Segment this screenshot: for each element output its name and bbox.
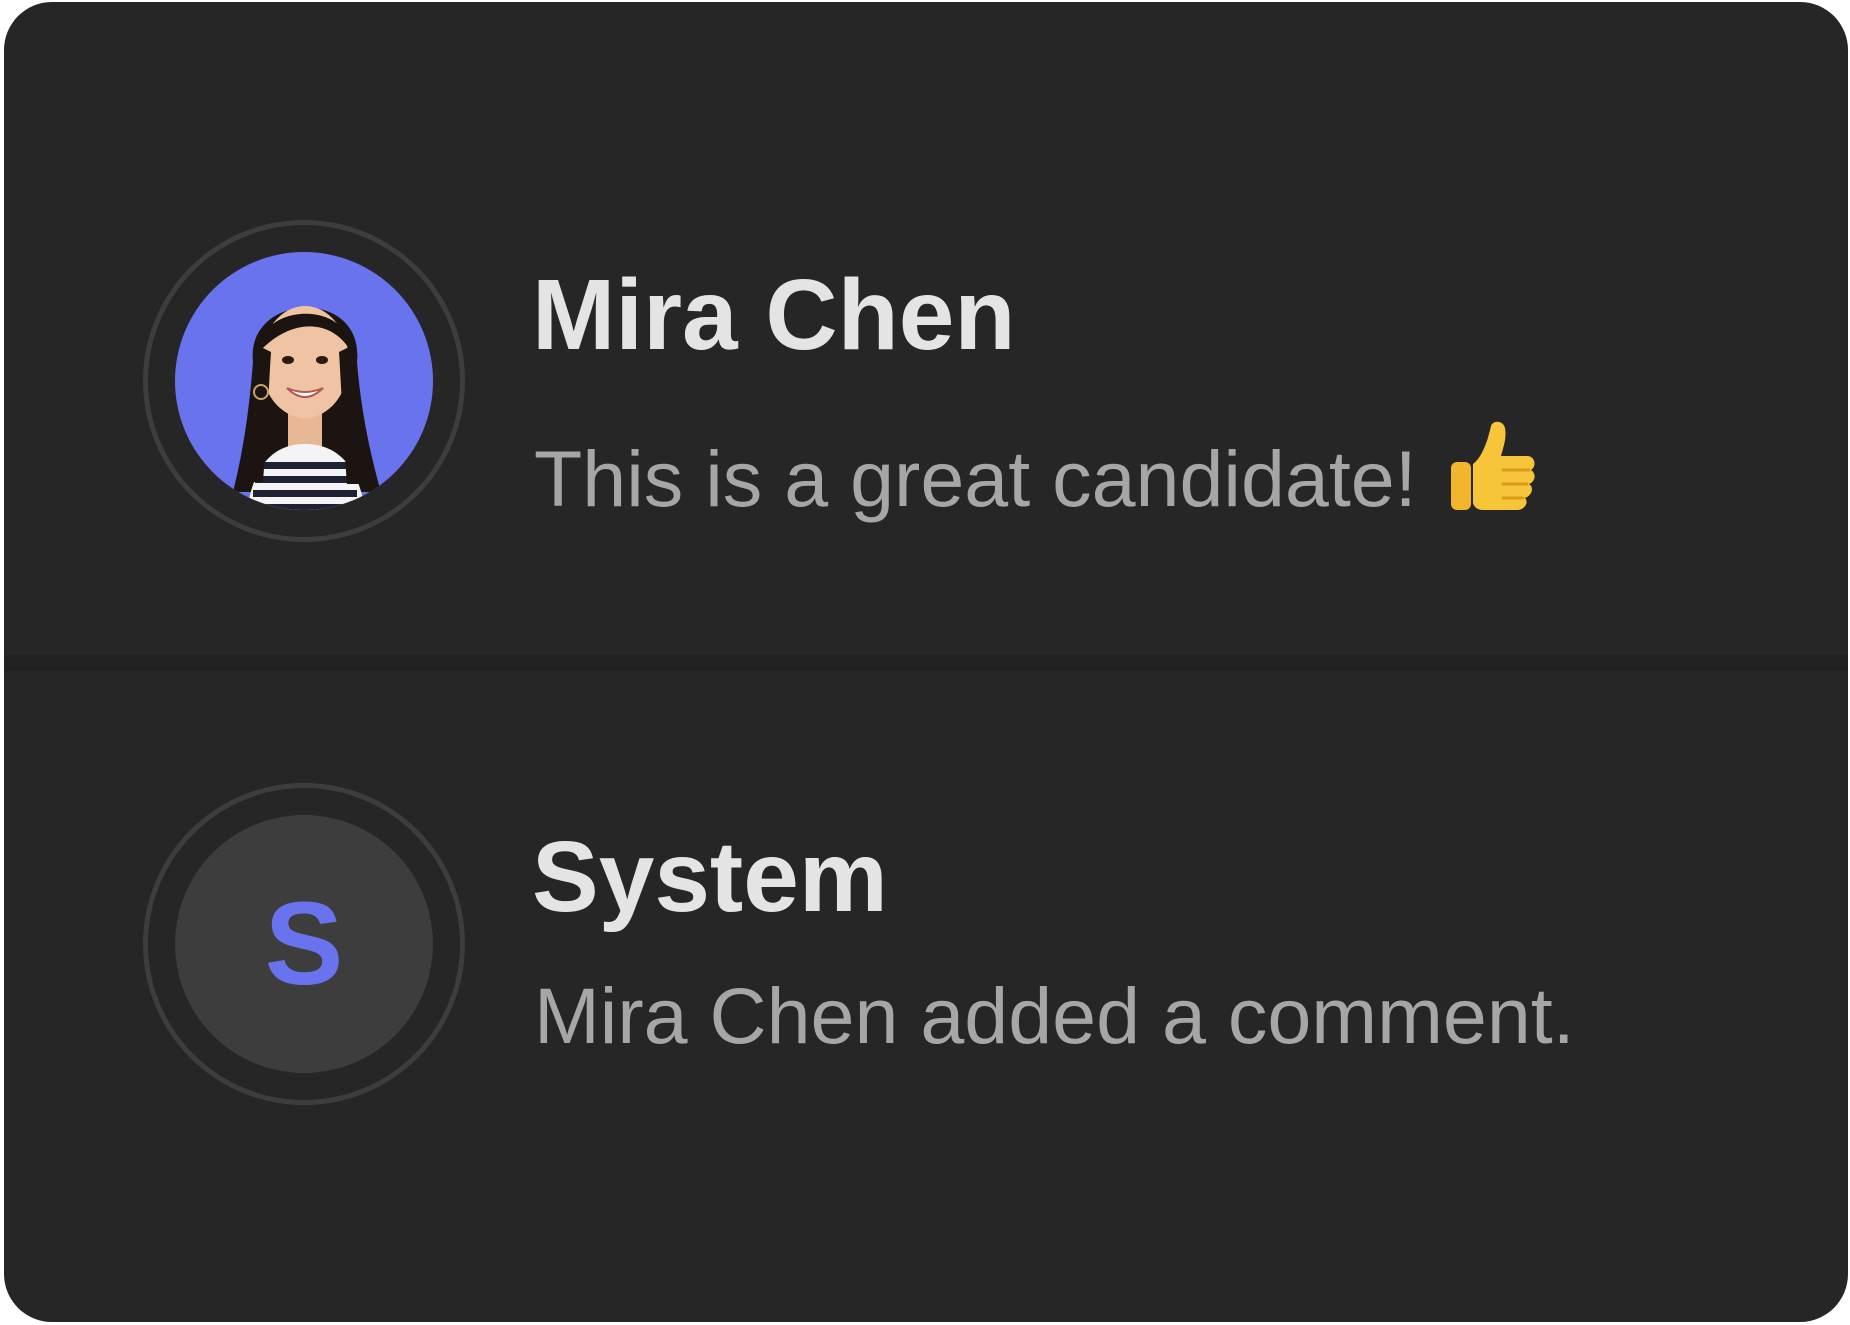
comment-text: This is a great candidate! bbox=[534, 414, 1543, 526]
author-name: System bbox=[532, 821, 888, 933]
activity-entry: Mira Chen This is a great candidate! bbox=[4, 2, 1848, 564]
comment-text: Mira Chen added a comment. bbox=[534, 971, 1575, 1060]
activity-entry: S System Mira Chen added a comment. bbox=[4, 565, 1848, 1127]
author-name: Mira Chen bbox=[532, 259, 1016, 371]
person-photo-icon bbox=[233, 306, 381, 510]
avatar bbox=[175, 252, 433, 510]
comment-body: This is a great candidate! bbox=[534, 434, 1417, 523]
avatar-ring: S bbox=[143, 783, 465, 1105]
thumbs-up-icon bbox=[1443, 414, 1543, 526]
avatar-ring bbox=[143, 220, 465, 542]
activity-card: Mira Chen This is a great candidate! S S… bbox=[4, 2, 1848, 1322]
avatar-initial: S bbox=[264, 878, 344, 1010]
avatar: S bbox=[175, 815, 433, 1073]
